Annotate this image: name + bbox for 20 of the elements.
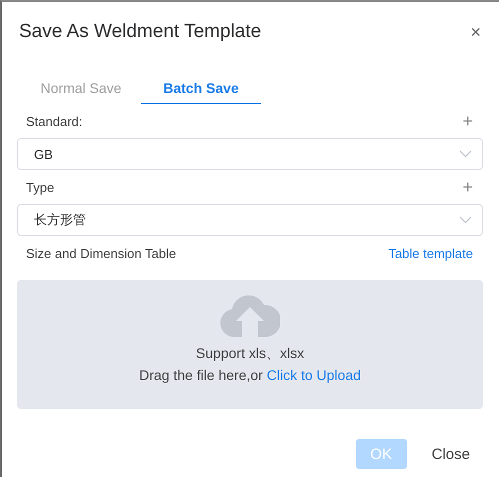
close-text-button[interactable]: Close (418, 439, 483, 469)
field-label: Type (26, 180, 54, 194)
tab[interactable]: Normal Save (21, 72, 141, 104)
chevron-down-icon (459, 216, 472, 224)
add-button[interactable]: + (462, 112, 473, 130)
upload-area[interactable]: Support xls、xlsx Drag the file here,or Click to Upload (17, 280, 483, 409)
tab[interactable]: Batch Save (141, 72, 261, 104)
close-button[interactable]: × (468, 22, 483, 42)
select-field[interactable]: GB (17, 138, 483, 170)
upload-prompt: Drag the file here,or Click to Upload (139, 367, 361, 383)
field-label: Standard: (26, 114, 82, 128)
select-field[interactable]: 长方形管 (17, 204, 483, 236)
upload-hint: Support xls、xlsx (196, 345, 304, 363)
section-label: Size and Dimension Table (26, 246, 176, 260)
upload-link[interactable]: Click to Upload (266, 367, 361, 383)
dialog-title: Save As Weldment Template (19, 21, 262, 43)
add-button[interactable]: + (462, 178, 473, 196)
chevron-down-icon (459, 150, 472, 158)
table-template-link[interactable]: Table template (388, 246, 473, 260)
cloud-upload-icon (220, 293, 280, 337)
